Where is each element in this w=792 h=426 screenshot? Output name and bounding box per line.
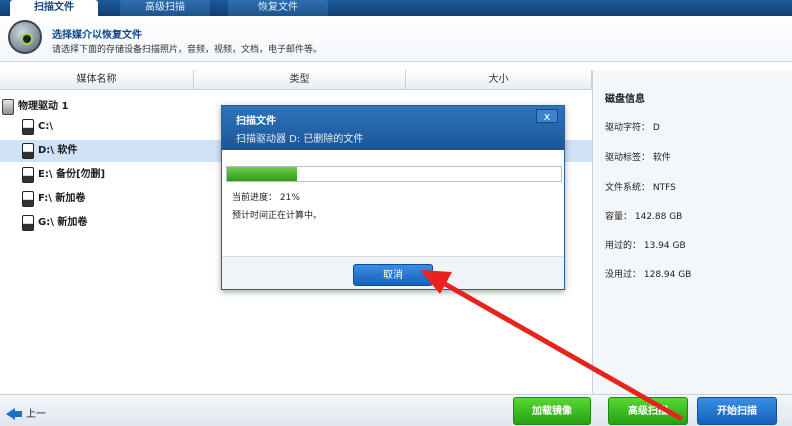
- top-tab-bar: 扫描文件 高级扫描 恢复文件: [0, 0, 792, 16]
- page-title: 选择媒介以恢复文件: [52, 30, 142, 41]
- tab-scan-files[interactable]: 扫描文件: [10, 0, 98, 16]
- tree-root-label: 物理驱动 1: [18, 101, 69, 112]
- disk-info-filesystem: 文件系统： NTFS: [605, 183, 676, 193]
- advanced-scan-button[interactable]: 高级扫描: [608, 397, 688, 425]
- dialog-title: 扫描文件: [236, 116, 276, 127]
- drive-label: F:\ 新加卷: [38, 193, 86, 204]
- disk-info-free: 没用过： 128.94 GB: [605, 270, 692, 280]
- drive-icon: [22, 215, 34, 231]
- progress-text: 当前进度： 21%: [232, 193, 300, 203]
- column-header-size[interactable]: 大小: [406, 70, 592, 90]
- header: 选择媒介以恢复文件 请选择下面的存储设备扫描照片，音频，视频，文档，电子邮件等。: [0, 16, 792, 62]
- physical-disk-icon: [2, 99, 14, 115]
- load-image-button[interactable]: 加载镜像: [513, 397, 591, 425]
- footer-bar: 上一 加载镜像 高级扫描 开始扫描: [0, 394, 792, 426]
- disk-info-label: 驱动标签： 软件: [605, 153, 671, 163]
- disk-info-used: 用过的： 13.94 GB: [605, 241, 686, 251]
- column-header-type[interactable]: 类型: [194, 70, 406, 90]
- tab-recover-files[interactable]: 恢复文件: [228, 0, 328, 16]
- drive-label: G:\ 新加卷: [38, 217, 88, 228]
- dialog-footer: 取消: [222, 256, 564, 289]
- disk-info-letter: 驱动字符： D: [605, 123, 660, 133]
- disk-info-title: 磁盘信息: [605, 94, 645, 105]
- drive-icon: [22, 143, 34, 159]
- disk-logo-icon: [8, 20, 42, 54]
- drive-label: D:\ 软件: [38, 145, 78, 156]
- scan-progress-bar: [226, 166, 562, 182]
- page-subtitle: 请选择下面的存储设备扫描照片，音频，视频，文档，电子邮件等。: [52, 45, 323, 55]
- tab-advanced-scan[interactable]: 高级扫描: [120, 0, 210, 16]
- dialog-subtitle: 扫描驱动器 D: 已删除的文件: [236, 134, 364, 145]
- drive-icon: [22, 119, 34, 135]
- back-label: 上一: [26, 409, 46, 420]
- dialog-header: 扫描文件 扫描驱动器 D: 已删除的文件 x: [222, 106, 564, 150]
- drive-icon: [22, 167, 34, 183]
- drive-label: E:\ 备份[勿删]: [38, 169, 106, 180]
- eta-text: 预计时间正在计算中。: [232, 211, 323, 221]
- drive-icon: [22, 191, 34, 207]
- cancel-button[interactable]: 取消: [353, 264, 433, 286]
- close-icon[interactable]: x: [536, 109, 558, 123]
- column-header-media-name[interactable]: 媒体名称: [0, 70, 194, 90]
- scan-progress-fill: [227, 167, 298, 181]
- back-button[interactable]: 上一: [6, 405, 46, 420]
- disk-info-panel: 磁盘信息 驱动字符： D 驱动标签： 软件 文件系统： NTFS 容量： 142…: [592, 70, 792, 394]
- disk-info-capacity: 容量： 142.88 GB: [605, 212, 683, 222]
- scan-progress-dialog: 扫描文件 扫描驱动器 D: 已删除的文件 x 当前进度： 21% 预计时间正在计…: [221, 105, 565, 290]
- start-scan-button[interactable]: 开始扫描: [697, 397, 777, 425]
- drive-label: C:\: [38, 121, 53, 132]
